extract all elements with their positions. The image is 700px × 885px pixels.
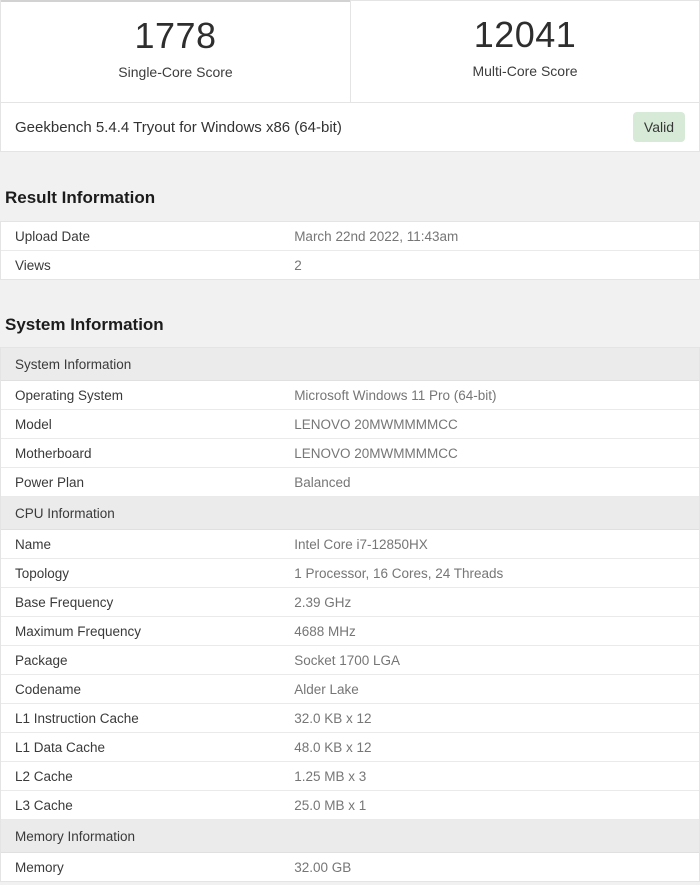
row-value: Socket 1700 LGA [294, 652, 401, 668]
row-value: Alder Lake [294, 681, 359, 697]
row-value: 25.0 MB x 1 [294, 797, 367, 813]
group-header-memory: Memory Information [1, 820, 699, 853]
table-row: L1 Data Cache 48.0 KB x 12 [1, 733, 699, 762]
multi-core-score-label: Multi-Core Score [472, 63, 578, 80]
row-value: Intel Core i7-12850HX [294, 536, 428, 552]
table-row: Upload Date March 22nd 2022, 11:43am [1, 222, 699, 251]
row-value: 48.0 KB x 12 [294, 739, 372, 755]
row-value: 1.25 MB x 3 [294, 768, 367, 784]
table-row: Package Socket 1700 LGA [1, 646, 699, 675]
table-row: Base Frequency 2.39 GHz [1, 588, 699, 617]
group-header-system: System Information [1, 348, 699, 381]
score-banner: 1778 Single-Core Score 12041 Multi-Core … [1, 0, 699, 102]
row-label: Power Plan [15, 474, 85, 490]
valid-badge: Valid [632, 112, 685, 142]
table-row: L2 Cache 1.25 MB x 3 [1, 762, 699, 791]
single-core-score-label: Single-Core Score [118, 64, 233, 81]
row-value: Balanced [294, 474, 351, 490]
table-row: Model LENOVO 20MWMMMMCC [1, 410, 699, 439]
row-value: 2.39 GHz [294, 594, 352, 610]
row-label: Model [15, 416, 52, 432]
row-label: Upload Date [15, 228, 91, 244]
row-label: Operating System [15, 387, 124, 403]
row-value: 32.00 GB [294, 859, 352, 875]
result-information-table: Upload Date March 22nd 2022, 11:43am Vie… [0, 221, 700, 280]
table-row: Operating System Microsoft Windows 11 Pr… [1, 381, 699, 410]
row-label: Base Frequency [15, 594, 114, 610]
row-label: Maximum Frequency [15, 623, 142, 639]
table-row: Memory 32.00 GB [1, 853, 699, 881]
system-information-table: System Information Operating System Micr… [0, 347, 700, 882]
table-row: Name Intel Core i7-12850HX [1, 530, 699, 559]
row-label: Memory [15, 859, 64, 875]
table-row: Views 2 [1, 251, 699, 279]
single-core-score-cell: 1778 Single-Core Score [1, 0, 350, 102]
table-row: L1 Instruction Cache 32.0 KB x 12 [1, 704, 699, 733]
row-label: Codename [15, 681, 82, 697]
row-value: LENOVO 20MWMMMMCC [294, 416, 458, 432]
table-row: Topology 1 Processor, 16 Cores, 24 Threa… [1, 559, 699, 588]
row-label: L1 Instruction Cache [15, 710, 139, 726]
geekbench-result-page: 1778 Single-Core Score 12041 Multi-Core … [0, 0, 700, 885]
row-label: L2 Cache [15, 768, 73, 784]
row-value: March 22nd 2022, 11:43am [294, 228, 459, 244]
single-core-score-value: 1778 [134, 15, 217, 56]
row-value: 1 Processor, 16 Cores, 24 Threads [294, 565, 504, 581]
score-panel: 1778 Single-Core Score 12041 Multi-Core … [0, 0, 700, 152]
table-row: L3 Cache 25.0 MB x 1 [1, 791, 699, 820]
row-value: LENOVO 20MWMMMMCC [294, 445, 458, 461]
row-label: Topology [15, 565, 70, 581]
table-row: Maximum Frequency 4688 MHz [1, 617, 699, 646]
system-information-heading: System Information [5, 315, 164, 334]
row-label: L3 Cache [15, 797, 73, 813]
row-value: Microsoft Windows 11 Pro (64-bit) [294, 387, 497, 403]
row-label: Motherboard [15, 445, 92, 461]
multi-core-score-value: 12041 [473, 14, 577, 55]
row-value: 4688 MHz [294, 623, 356, 639]
table-row: Power Plan Balanced [1, 468, 699, 497]
result-information-heading: Result Information [5, 188, 156, 207]
row-label: Name [15, 536, 52, 552]
table-row: Motherboard LENOVO 20MWMMMMCC [1, 439, 699, 468]
version-text: Geekbench 5.4.4 Tryout for Windows x86 (… [15, 118, 342, 136]
table-row: Codename Alder Lake [1, 675, 699, 704]
multi-core-score-cell: 12041 Multi-Core Score [350, 0, 699, 102]
row-value: 32.0 KB x 12 [294, 710, 372, 726]
version-row: Geekbench 5.4.4 Tryout for Windows x86 (… [1, 102, 699, 151]
row-label: Views [15, 257, 51, 273]
group-header-cpu: CPU Information [1, 497, 699, 530]
row-label: L1 Data Cache [15, 739, 106, 755]
row-value: 2 [294, 257, 302, 273]
row-label: Package [15, 652, 68, 668]
